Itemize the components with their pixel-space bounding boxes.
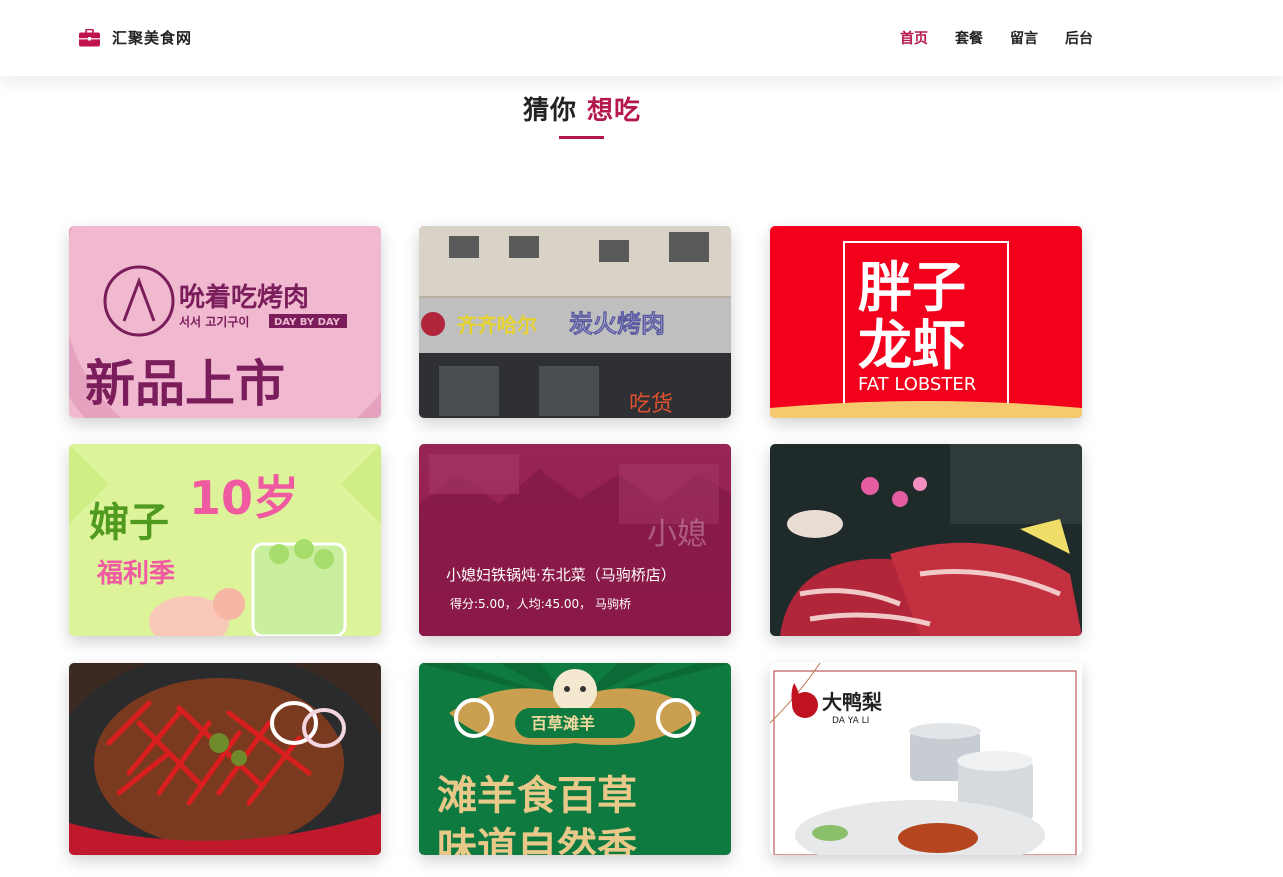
card-art-text: 吮着吃烤肉: [179, 282, 309, 313]
nav-packages[interactable]: 套餐: [955, 28, 983, 48]
card-art-text: 新品上市: [85, 355, 285, 413]
main-nav: 首页 套餐 留言 后台: [900, 28, 1120, 48]
briefcase-icon: [79, 28, 100, 47]
site-header: 汇聚美食网 首页 套餐 留言 后台: [0, 0, 1283, 76]
card-art-text: DA YA LI: [832, 716, 869, 726]
card-art-text: 百草滩羊: [531, 714, 595, 733]
card-art-text: DAY BY DAY: [274, 317, 341, 328]
restaurant-card[interactable]: [770, 444, 1082, 636]
card-art-text: 婶子: [89, 500, 169, 546]
card-image: 大鸭梨 DA YA LI: [770, 663, 1082, 855]
restaurant-card[interactable]: 吮着吃烤肉 서서 고기구이 DAY BY DAY 新品上市: [69, 226, 381, 418]
card-image: 齐齐哈尔 炭火烤肉 吃货: [419, 226, 731, 418]
restaurant-card[interactable]: 齐齐哈尔 炭火烤肉 吃货: [419, 226, 731, 418]
card-art-text: 서서 고기구이: [179, 314, 249, 329]
section-title: 猜你 想吃: [0, 90, 1164, 127]
restaurant-card[interactable]: 大鸭梨 DA YA LI: [770, 663, 1082, 855]
nav-admin[interactable]: 后台: [1065, 28, 1093, 48]
card-art-text: 龙虾: [858, 314, 966, 377]
card-art-text: 大鸭梨: [822, 690, 883, 714]
card-image: 胖子 龙虾 FAT LOBSTER: [770, 226, 1082, 418]
restaurant-card[interactable]: 胖子 龙虾 FAT LOBSTER: [770, 226, 1082, 418]
card-image: 婶子 10岁 福利季: [69, 444, 381, 636]
title-underline: [559, 136, 604, 139]
section-title-accent: 想吃: [587, 96, 642, 126]
restaurant-card[interactable]: [69, 663, 381, 855]
restaurant-card[interactable]: 百草滩羊 滩羊食百草 味道自然香: [419, 663, 731, 855]
card-image: 吮着吃烤肉 서서 고기구이 DAY BY DAY 新品上市: [69, 226, 381, 418]
card-restaurant-meta: 得分:5.00，人均:45.00， 马驹桥: [450, 597, 631, 611]
card-art-text: FAT LOBSTER: [858, 374, 976, 395]
card-art-text: 10岁: [189, 471, 299, 525]
card-art-text: 炭火烤肉: [569, 310, 665, 338]
card-art-text: 滩羊食百草: [437, 773, 637, 819]
brand[interactable]: 汇聚美食网: [79, 27, 192, 48]
restaurant-card[interactable]: 婶子 10岁 福利季: [69, 444, 381, 636]
card-image: [69, 663, 381, 855]
card-art-text: 胖子: [858, 256, 966, 319]
card-art-text: 福利季: [96, 559, 175, 589]
nav-messages[interactable]: 留言: [1010, 28, 1038, 48]
card-image: 百草滩羊 滩羊食百草 味道自然香: [419, 663, 731, 855]
section-title-plain: 猜你: [522, 96, 588, 126]
card-art-text: 味道自然香: [437, 825, 637, 855]
card-image: [770, 444, 1082, 636]
restaurant-card[interactable]: 小媳 小媳妇铁锅炖·东北菜（马驹桥店） 得分:5.00，人均:45.00， 马驹…: [419, 444, 731, 636]
card-art-text: 吃货: [629, 392, 673, 417]
card-art-text: 齐齐哈尔: [457, 313, 537, 337]
brand-name: 汇聚美食网: [112, 29, 193, 47]
card-restaurant-name[interactable]: 小媳妇铁锅炖·东北菜（马驹桥店）: [446, 564, 676, 585]
nav-home[interactable]: 首页: [900, 28, 928, 48]
